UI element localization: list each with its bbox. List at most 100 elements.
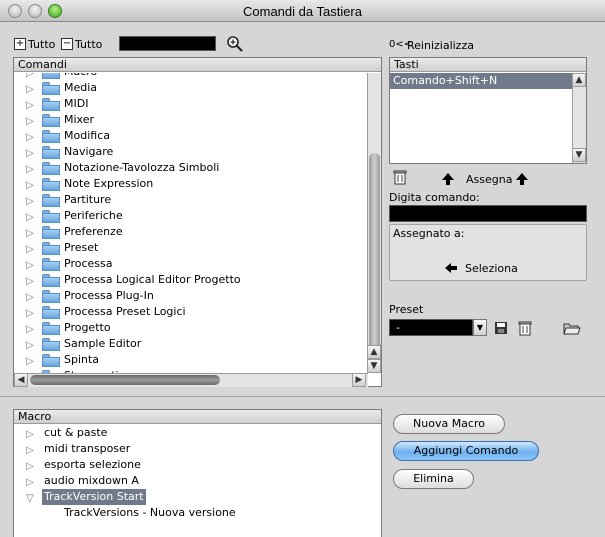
command-category-label: Mixer [64,113,95,126]
open-folder-icon[interactable] [563,321,581,335]
macro-header: Macro [14,410,381,424]
scroll-down-button[interactable]: ▼ [367,359,381,373]
type-command-label: Digita comando: [389,191,480,204]
macro-item-label: midi transposer [44,442,131,455]
command-category-label: Modifica [64,129,110,142]
arrow-up-icon-right [515,172,529,186]
macro-item[interactable]: ▷ midi transposer [14,441,381,457]
preset-select[interactable]: - [389,319,473,336]
command-category-label: Processa Preset Logici [64,305,186,318]
scroll-up-button[interactable]: ▲ [367,345,381,359]
keys-scrollbar[interactable]: ▲ ▼ [572,73,586,163]
folder-icon [42,114,60,127]
command-category-label: Progetto [64,321,111,334]
command-category-label: Media [64,81,98,94]
preset-label: Preset [389,303,424,316]
folder-icon [42,322,60,335]
folder-icon [42,274,60,287]
macro-item[interactable]: ▷ audio mixdown A [14,473,381,489]
commands-horizontal-scrollbar[interactable]: ◀ ▶ [14,373,368,387]
key-item-selected[interactable]: Comando+Shift+N [390,73,572,89]
select-button[interactable]: Seleziona [465,262,518,275]
assign-button[interactable]: Assegna [466,173,512,186]
commands-list: ▷Macro▷Media▷MIDI▷Mixer▷Modifica▷Navigar… [14,73,368,373]
expand-all-icon[interactable]: + [14,38,26,50]
command-category-row[interactable]: ▷ Progetto [14,320,368,336]
macro-item[interactable]: ▷ esporta selezione [14,457,381,473]
macro-item[interactable]: ▽ TrackVersion Start [14,489,381,505]
command-category-row[interactable]: ▷ Sample Editor [14,336,368,352]
search-icon[interactable] [226,35,244,53]
delete-button[interactable]: Elimina [393,469,474,489]
title-bar: Comandi da Tastiera [0,0,605,22]
expand-all-label[interactable]: Tutto [28,38,55,51]
command-category-label: Processa [64,257,113,270]
folder-icon [42,194,60,207]
keys-scroll-up-button[interactable]: ▲ [572,73,586,87]
keys-panel: Tasti Comando+Shift+N ▲ ▼ [389,57,587,164]
folder-icon [42,354,60,367]
commands-vertical-scrollbar[interactable]: ▲ ▼ [367,73,381,373]
command-category-row[interactable]: ▷ Preset [14,240,368,256]
command-category-row[interactable]: ▷ Mixer [14,112,368,128]
command-category-row[interactable]: ▷ Processa Preset Logici [14,304,368,320]
commands-vertical-thumb[interactable] [369,153,380,353]
trash-icon[interactable] [393,170,407,185]
macro-item[interactable]: ▷ cut & paste [14,425,381,441]
section-divider [0,396,605,397]
arrow-left-icon [444,262,458,274]
macro-item-label: esporta selezione [44,458,141,471]
keys-scroll-down-button[interactable]: ▼ [572,148,586,162]
command-category-row[interactable]: ▷ Processa Logical Editor Progetto [14,272,368,288]
folder-icon [42,82,60,95]
collapse-all-label[interactable]: Tutto [75,38,102,51]
preset-dropdown-icon[interactable]: ▼ [473,319,487,336]
new-macro-button[interactable]: Nuova Macro [393,414,505,434]
command-category-label: Periferiche [64,209,123,222]
command-category-label: Spinta [64,353,100,366]
command-category-label: MIDI [64,97,89,110]
command-category-label: Preferenze [64,225,123,238]
add-command-button[interactable]: Aggiungi Comando [393,441,539,461]
command-category-row[interactable]: ▷ MIDI [14,96,368,112]
command-category-row[interactable]: ▷ Navigare [14,144,368,160]
keys-header: Tasti [390,58,586,72]
command-category-row[interactable]: ▷ Note Expression [14,176,368,192]
command-category-row[interactable]: ▷ Notazione-Tavolozza Simboli [14,160,368,176]
folder-icon [42,210,60,223]
command-category-row[interactable]: ▷ Preferenze [14,224,368,240]
folder-icon [42,226,60,239]
command-category-row[interactable]: ▷ Modifica [14,128,368,144]
collapse-all-icon[interactable]: − [61,38,73,50]
command-category-row[interactable]: ▷ Processa Plug-In [14,288,368,304]
command-category-row[interactable]: ▷ Processa [14,256,368,272]
command-category-row[interactable]: ▷ Spinta [14,352,368,368]
command-category-label: Note Expression [64,177,154,190]
save-icon[interactable] [494,321,508,335]
macro-list: ▷ cut & paste ▷ midi transposer ▷ esporta sel… [14,425,381,537]
assigned-to-box: Assegnato a: Seleziona [389,224,587,281]
macro-child-command[interactable]: TrackVersions - Nuova versione [64,505,236,521]
folder-icon [42,178,60,191]
disclosure-open-icon[interactable]: ▽ [26,491,34,507]
arrow-up-icon [441,172,455,186]
command-category-row[interactable]: ▷ Periferiche [14,208,368,224]
command-category-label: Preset [64,241,99,254]
command-category-label: Navigare [64,145,114,158]
command-category-partial-top[interactable]: ▷Macro [14,73,368,80]
commands-header: Comandi [14,58,381,72]
command-category-row[interactable]: ▷ Media [14,80,368,96]
search-input[interactable] [119,36,216,51]
macro-item-label: cut & paste [44,426,108,439]
commands-horizontal-thumb[interactable] [30,375,220,385]
macro-panel: Macro ▷ cut & paste ▷ midi transposer ▷ espor… [13,409,382,537]
reset-label[interactable]: Reinizializza [407,39,474,52]
scroll-left-button[interactable]: ◀ [14,373,28,387]
folder-icon [42,290,60,303]
preset-trash-icon[interactable] [518,321,532,336]
folder-icon [42,146,60,159]
command-category-label: Processa Plug-In [64,289,154,302]
type-command-input[interactable] [389,205,587,222]
scroll-right-button[interactable]: ▶ [352,373,366,387]
command-category-row[interactable]: ▷ Partiture [14,192,368,208]
